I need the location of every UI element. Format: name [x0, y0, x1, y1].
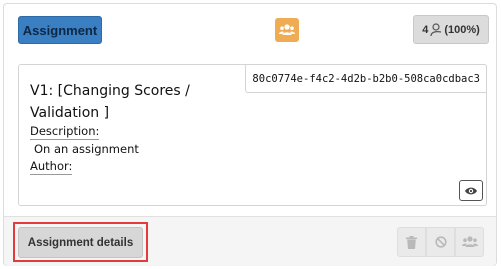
card-footer: Assignment details — [4, 216, 496, 266]
assignment-details-button[interactable]: Assignment details — [18, 227, 143, 258]
count-value: 4 — [422, 23, 429, 36]
user-icon — [430, 22, 442, 36]
description-value: On an assignment — [34, 142, 139, 156]
eye-icon — [465, 187, 477, 194]
users-icon — [461, 236, 478, 247]
group-icon — [279, 24, 295, 35]
count-percent: (100%) — [444, 23, 480, 36]
ban-icon — [434, 236, 447, 248]
group-badge — [275, 18, 299, 42]
view-button[interactable] — [459, 180, 483, 201]
assignment-type-badge: Assignment — [18, 16, 102, 44]
submission-count: 4 (100%) — [413, 15, 489, 44]
author-label: Author: — [30, 159, 73, 175]
description-label: Description: — [30, 124, 100, 140]
disable-button[interactable] — [426, 227, 455, 257]
delete-button[interactable] — [397, 227, 426, 257]
card-header: Assignment 4 (100%) — [4, 4, 496, 54]
assignment-details-panel: 80c0774e-f4c2-4d2b-b2b0-508ca0cdbac3 V1:… — [18, 64, 487, 206]
trash-icon — [406, 235, 417, 249]
assignment-uuid: 80c0774e-f4c2-4d2b-b2b0-508ca0cdbac3 — [245, 64, 487, 93]
assignment-card: Assignment 4 (100%) 80c0774e-f4c2-4d2b-b… — [3, 3, 497, 266]
assignment-title: V1: [Changing Scores / Validation ] — [30, 83, 190, 121]
group-assign-button[interactable] — [455, 227, 484, 257]
